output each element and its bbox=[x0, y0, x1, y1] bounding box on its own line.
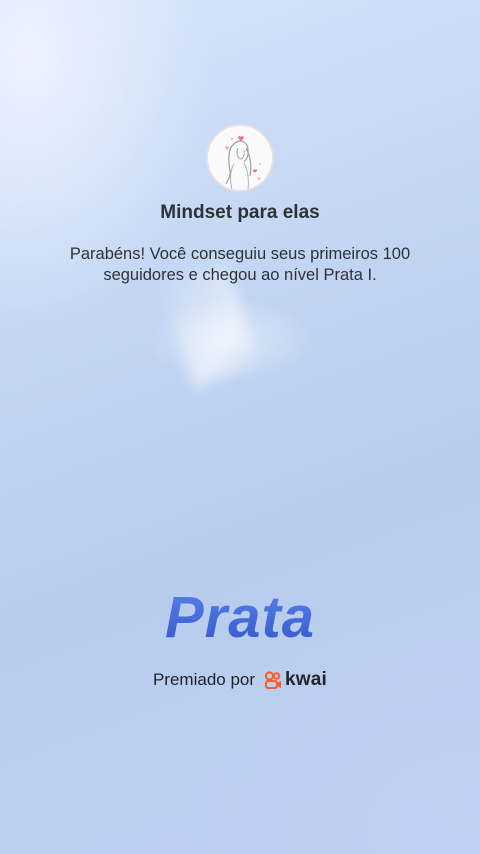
kwai-logo-icon bbox=[264, 671, 282, 689]
kwai-brand: kwai bbox=[263, 669, 327, 691]
awarded-by-row: Premiado por kwai bbox=[0, 669, 480, 691]
profile-avatar bbox=[208, 126, 272, 190]
congratulations-message: Parabéns! Você conseguiu seus primeiros … bbox=[69, 245, 411, 284]
kwai-brand-name: kwai bbox=[285, 669, 328, 690]
woman-sketch-avatar-icon bbox=[208, 126, 272, 190]
level-title: Prata bbox=[0, 584, 480, 651]
profile-name: Mindset para elas bbox=[160, 202, 320, 223]
awarded-by-label: Premiado por bbox=[152, 670, 256, 689]
